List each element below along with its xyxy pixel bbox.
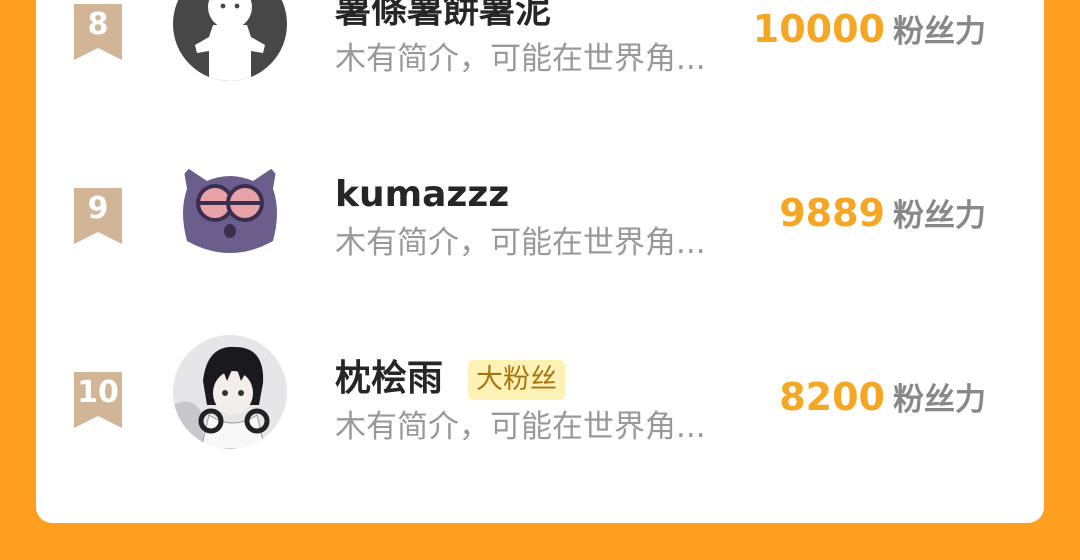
user-avatar[interactable] — [173, 151, 287, 265]
big-fan-badge: 大粉丝 — [468, 360, 565, 400]
ranking-row[interactable]: 8 薯條薯餅薯泥 木有简介，可能在世界角... 10000 粉丝力 — [36, 0, 1044, 87]
user-name[interactable]: 薯條薯餅薯泥 — [335, 0, 551, 33]
purple-cat-avatar-icon — [173, 151, 287, 265]
rank-ribbon: 10 — [72, 372, 124, 428]
fan-power: 9889 粉丝力 — [779, 191, 986, 243]
fan-power-unit: 粉丝力 — [893, 14, 986, 50]
fan-power-value: 10000 — [752, 7, 885, 51]
fan-power: 10000 粉丝力 — [753, 7, 986, 59]
ranking-row[interactable]: 10 枕桧雨 大粉丝 木有简介，可能在世界角... 8200 粉丝力 — [36, 335, 1044, 455]
rank-ribbon: 9 — [72, 188, 124, 244]
fan-power-value: 8200 — [779, 375, 885, 419]
anime-boy-headphones-avatar-icon — [173, 335, 287, 449]
ranking-row[interactable]: 9 kumazzz 木有简介，可能在世界角... 9889 粉丝力 — [36, 151, 1044, 271]
default-person-avatar-icon — [173, 0, 287, 81]
fan-power-unit: 粉丝力 — [893, 382, 986, 418]
rank-number: 10 — [77, 375, 119, 410]
user-bio: 木有简介，可能在世界角... — [335, 225, 706, 261]
user-bio: 木有简介，可能在世界角... — [335, 41, 706, 77]
rank-number: 9 — [87, 191, 109, 226]
fan-power-value: 9889 — [779, 191, 885, 235]
ranking-card: 8 薯條薯餅薯泥 木有简介，可能在世界角... 10000 粉丝力 9 kuma… — [36, 0, 1044, 523]
user-name[interactable]: 枕桧雨 — [335, 357, 443, 401]
user-name[interactable]: kumazzz — [335, 173, 509, 217]
user-avatar[interactable] — [173, 335, 287, 449]
fan-power-unit: 粉丝力 — [893, 198, 986, 234]
fan-power: 8200 粉丝力 — [779, 375, 986, 427]
user-bio: 木有简介，可能在世界角... — [335, 409, 706, 445]
rank-ribbon: 8 — [72, 4, 124, 60]
user-avatar[interactable] — [173, 0, 287, 81]
rank-number: 8 — [87, 7, 109, 42]
